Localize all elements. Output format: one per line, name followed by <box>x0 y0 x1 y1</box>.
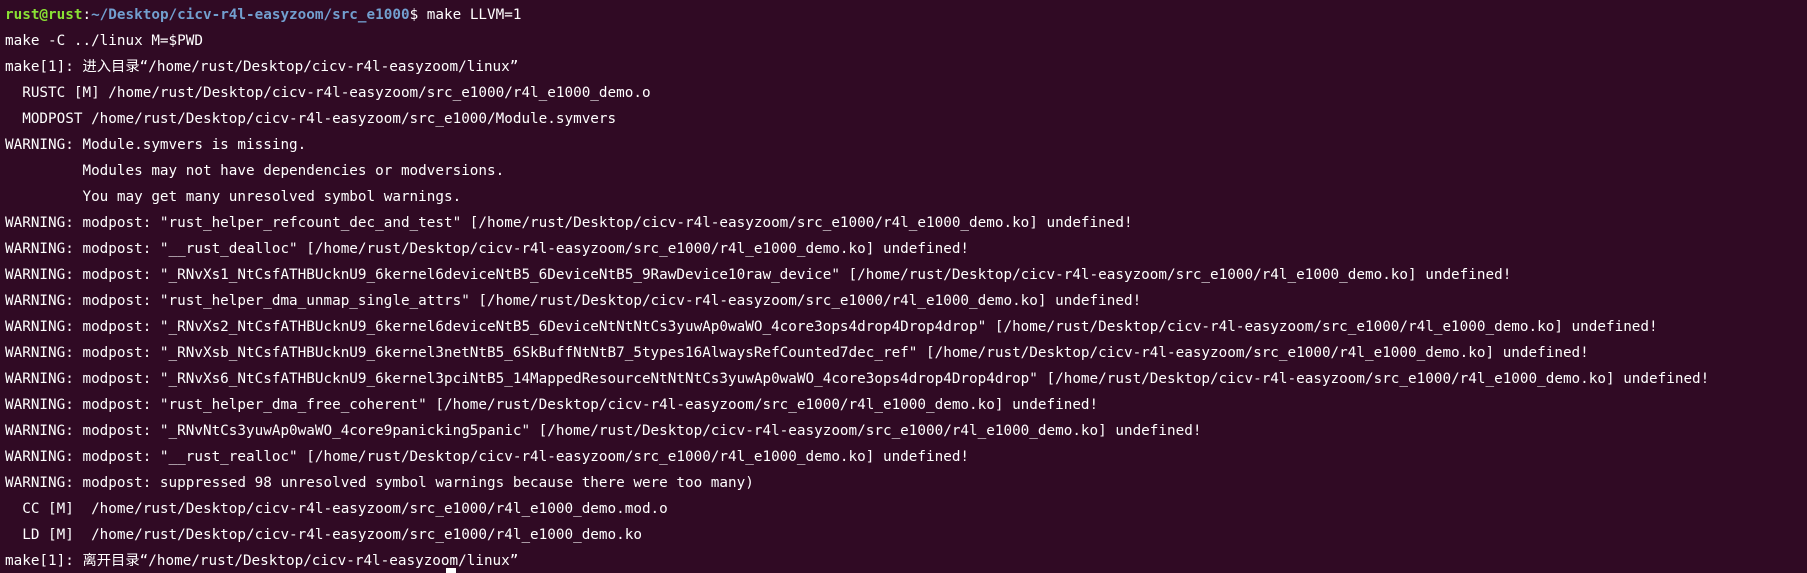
warning-line: WARNING: modpost: "_RNvXs2_NtCsfATHBUckn… <box>5 319 1658 335</box>
warning-line: WARNING: modpost: "_RNvNtCs3yuwAp0waWO_4… <box>5 423 1202 439</box>
terminal-window[interactable]: rust@rust:~/Desktop/cicv-r4l-easyzoom/sr… <box>0 0 1807 573</box>
warning-line: WARNING: modpost: "__rust_realloc" [/hom… <box>5 449 970 465</box>
output-line: LD [M] /home/rust/Desktop/cicv-r4l-easyz… <box>5 527 642 543</box>
output-line: RUSTC [M] /home/rust/Desktop/cicv-r4l-ea… <box>5 85 651 101</box>
warning-line: WARNING: modpost: "__rust_dealloc" [/hom… <box>5 241 970 257</box>
warning-line: WARNING: modpost: "_RNvXs6_NtCsfATHBUckn… <box>5 371 1710 387</box>
output-line: make[1]: 进入目录“/home/rust/Desktop/cicv-r4… <box>5 59 519 75</box>
prompt-user-host: rust@rust <box>5 7 83 23</box>
warning-line: WARNING: Module.symvers is missing. <box>5 137 307 153</box>
warning-line: WARNING: modpost: "_RNvXs1_NtCsfATHBUckn… <box>5 267 1512 283</box>
output-line: CC [M] /home/rust/Desktop/cicv-r4l-easyz… <box>5 501 668 517</box>
output-line: MODPOST /home/rust/Desktop/cicv-r4l-easy… <box>5 111 617 127</box>
warning-line: WARNING: modpost: "_RNvXsb_NtCsfATHBUckn… <box>5 345 1589 361</box>
warning-line: WARNING: modpost: "rust_helper_dma_unmap… <box>5 293 1142 309</box>
prompt-symbol: $ <box>409 7 427 23</box>
warning-line: WARNING: modpost: "rust_helper_refcount_… <box>5 215 1133 231</box>
warning-line: WARNING: modpost: "rust_helper_dma_free_… <box>5 397 1099 413</box>
warning-line: WARNING: modpost: suppressed 98 unresolv… <box>5 475 754 491</box>
text-cursor <box>446 568 456 573</box>
prompt-line: rust@rust:~/Desktop/cicv-r4l-easyzoom/sr… <box>5 2 1807 28</box>
output-line: make -C ../linux M=$PWD <box>5 33 203 49</box>
output-line: make[1]: 离开目录“/home/rust/Desktop/cicv-r4… <box>5 553 519 569</box>
warning-line: You may get many unresolved symbol warni… <box>5 189 462 205</box>
warning-line: Modules may not have dependencies or mod… <box>5 163 505 179</box>
prompt-separator: : <box>82 7 92 23</box>
prompt-path: ~/Desktop/cicv-r4l-easyzoom/src_e1000 <box>91 7 410 23</box>
prompt-command: make LLVM=1 <box>426 7 522 23</box>
